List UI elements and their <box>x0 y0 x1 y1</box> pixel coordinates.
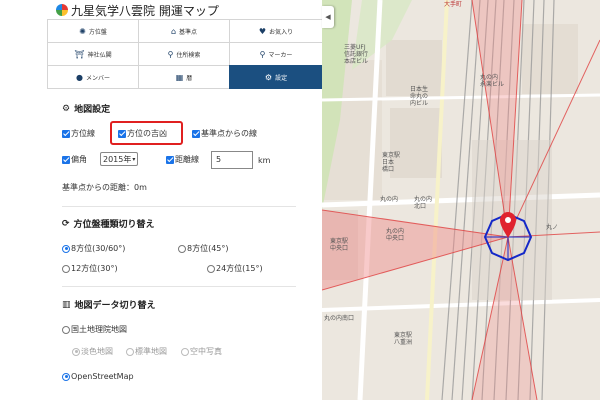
map-label: 三菱UFJ 信託銀行 本店ビル <box>344 44 369 65</box>
direction-board-title: ⟳ 方位盤種類切り替え <box>62 218 155 231</box>
map-label: 東京駅 中央口 <box>330 238 349 252</box>
map-label: 丸の内 北口 <box>414 196 433 210</box>
nav-address-search[interactable]: ⚲ 住所検索 <box>138 42 230 66</box>
map-label: 丸の内 <box>380 196 399 203</box>
gear-icon: ⚙ <box>264 72 273 82</box>
gsi-standard-option[interactable]: 標準地図 <box>126 346 167 357</box>
chevron-left-icon: ◀ <box>325 13 331 21</box>
nav-calendar[interactable]: ▦ 暦 <box>138 65 230 89</box>
board-radio-1[interactable] <box>178 244 186 253</box>
chevron-down-icon: ▾ <box>132 155 136 163</box>
collapse-panel-button[interactable]: ◀ <box>322 6 334 28</box>
compass-icon: ✺ <box>79 26 86 36</box>
map-view[interactable]: 大手町 三菱UFJ 信託銀行 本店ビル 丸の内 永楽ビル 日本生 命丸の 内ビル 東京駅日… <box>322 0 600 400</box>
calendar-icon: ▦ <box>175 72 184 82</box>
heart-icon: ♥ <box>258 26 267 36</box>
app-logo-icon <box>56 4 68 16</box>
distance-unit: km <box>258 155 271 165</box>
map-label: 日本生 命丸の 内ビル <box>410 86 429 107</box>
board-option-8-30-60[interactable]: 8方位(30/60°) <box>62 243 125 254</box>
settings-panel: 九星気学八雲院 開運マップ ✺ 方位盤 ⌂ 基準点 ♥ お気入り ⛩ 神社仏閣 ⚲ 住所検… <box>47 0 323 400</box>
map-label: 東京駅 日本 橋口 <box>382 152 401 173</box>
map-pin-icon: ⚲ <box>259 49 266 59</box>
gsi-aerial-option[interactable]: 空中写真 <box>181 346 222 357</box>
map-label: 大手町 <box>444 1 463 8</box>
direction-fortune-checkbox[interactable] <box>118 129 126 138</box>
refresh-icon: ⟳ <box>62 218 70 229</box>
divider <box>62 206 296 207</box>
gear-icon: ⚙ <box>62 103 71 114</box>
nav-menu: ✺ 方位盤 ⌂ 基準点 ♥ お気入り ⛩ 神社仏閣 ⚲ 住所検索 ⚲ マーカー ● メンバー … <box>47 19 323 89</box>
base-lines-option[interactable]: 基準点からの線 <box>192 128 257 139</box>
nav-favorites[interactable]: ♥ お気入り <box>229 19 323 43</box>
nav-compass-board[interactable]: ✺ 方位盤 <box>47 19 139 43</box>
declination-year-select[interactable]: 2015年 ▾ <box>100 152 139 166</box>
divider <box>62 286 296 287</box>
map-label: 東京駅 八重洲 <box>394 332 413 346</box>
nav-members[interactable]: ● メンバー <box>47 65 139 89</box>
map-settings-title: ⚙ 地図設定 <box>62 103 111 116</box>
home-icon: ⌂ <box>170 26 177 36</box>
distance-line-checkbox[interactable] <box>166 155 174 164</box>
nav-base-point[interactable]: ⌂ 基準点 <box>138 19 230 43</box>
gsi-aerial-radio[interactable] <box>181 347 189 356</box>
board-option-8-45[interactable]: 8方位(45°) <box>178 243 229 254</box>
search-icon: ⚲ <box>167 49 174 59</box>
nav-settings[interactable]: ⚙ 設定 <box>229 65 323 89</box>
map-icon: ▥ <box>62 299 71 310</box>
board-option-12-30[interactable]: 12方位(30°) <box>62 263 118 274</box>
user-icon: ● <box>76 72 83 82</box>
gsi-map-option[interactable]: 国土地理院地図 <box>62 324 127 335</box>
nav-shrines[interactable]: ⛩ 神社仏閣 <box>47 42 139 66</box>
app-header: 九星気学八雲院 開運マップ <box>48 0 323 20</box>
gsi-radio[interactable] <box>62 325 70 334</box>
board-radio-2[interactable] <box>62 264 70 273</box>
gsi-pale-radio[interactable] <box>72 347 80 356</box>
map-label: 丸ノ <box>546 224 559 231</box>
distance-line-option[interactable]: 距離線 <box>166 154 199 165</box>
map-label: 丸の内 中央口 <box>386 228 405 242</box>
osm-option[interactable]: OpenStreetMap <box>62 372 134 381</box>
map-label: 丸の内 永楽ビル <box>480 74 505 88</box>
declination-checkbox[interactable] <box>62 155 70 164</box>
gsi-pale-option[interactable]: 淡色地図 <box>72 346 113 357</box>
direction-lines-checkbox[interactable] <box>62 129 70 138</box>
osm-radio[interactable] <box>62 372 70 381</box>
torii-icon: ⛩ <box>74 49 85 59</box>
distance-from-base: 基準点からの距離：0m <box>62 183 147 192</box>
board-option-24-15[interactable]: 24方位(15°) <box>207 263 263 274</box>
map-label: 丸の内南口 <box>324 315 355 322</box>
board-radio-3[interactable] <box>207 264 215 273</box>
app-title: 九星気学八雲院 開運マップ <box>71 3 219 18</box>
gsi-standard-radio[interactable] <box>126 347 134 356</box>
distance-input[interactable]: 5 <box>211 151 253 169</box>
distance-input-row: 5 km <box>211 151 270 169</box>
nav-markers[interactable]: ⚲ マーカー <box>229 42 323 66</box>
declination-option[interactable]: 偏角 <box>62 154 87 165</box>
direction-lines-option[interactable]: 方位線 <box>62 128 95 139</box>
base-lines-checkbox[interactable] <box>192 129 200 138</box>
board-radio-0[interactable] <box>62 244 70 253</box>
direction-fortune-option[interactable]: 方位の吉凶 <box>118 128 167 139</box>
map-data-title: ▥ 地図データ切り替え <box>62 299 156 312</box>
